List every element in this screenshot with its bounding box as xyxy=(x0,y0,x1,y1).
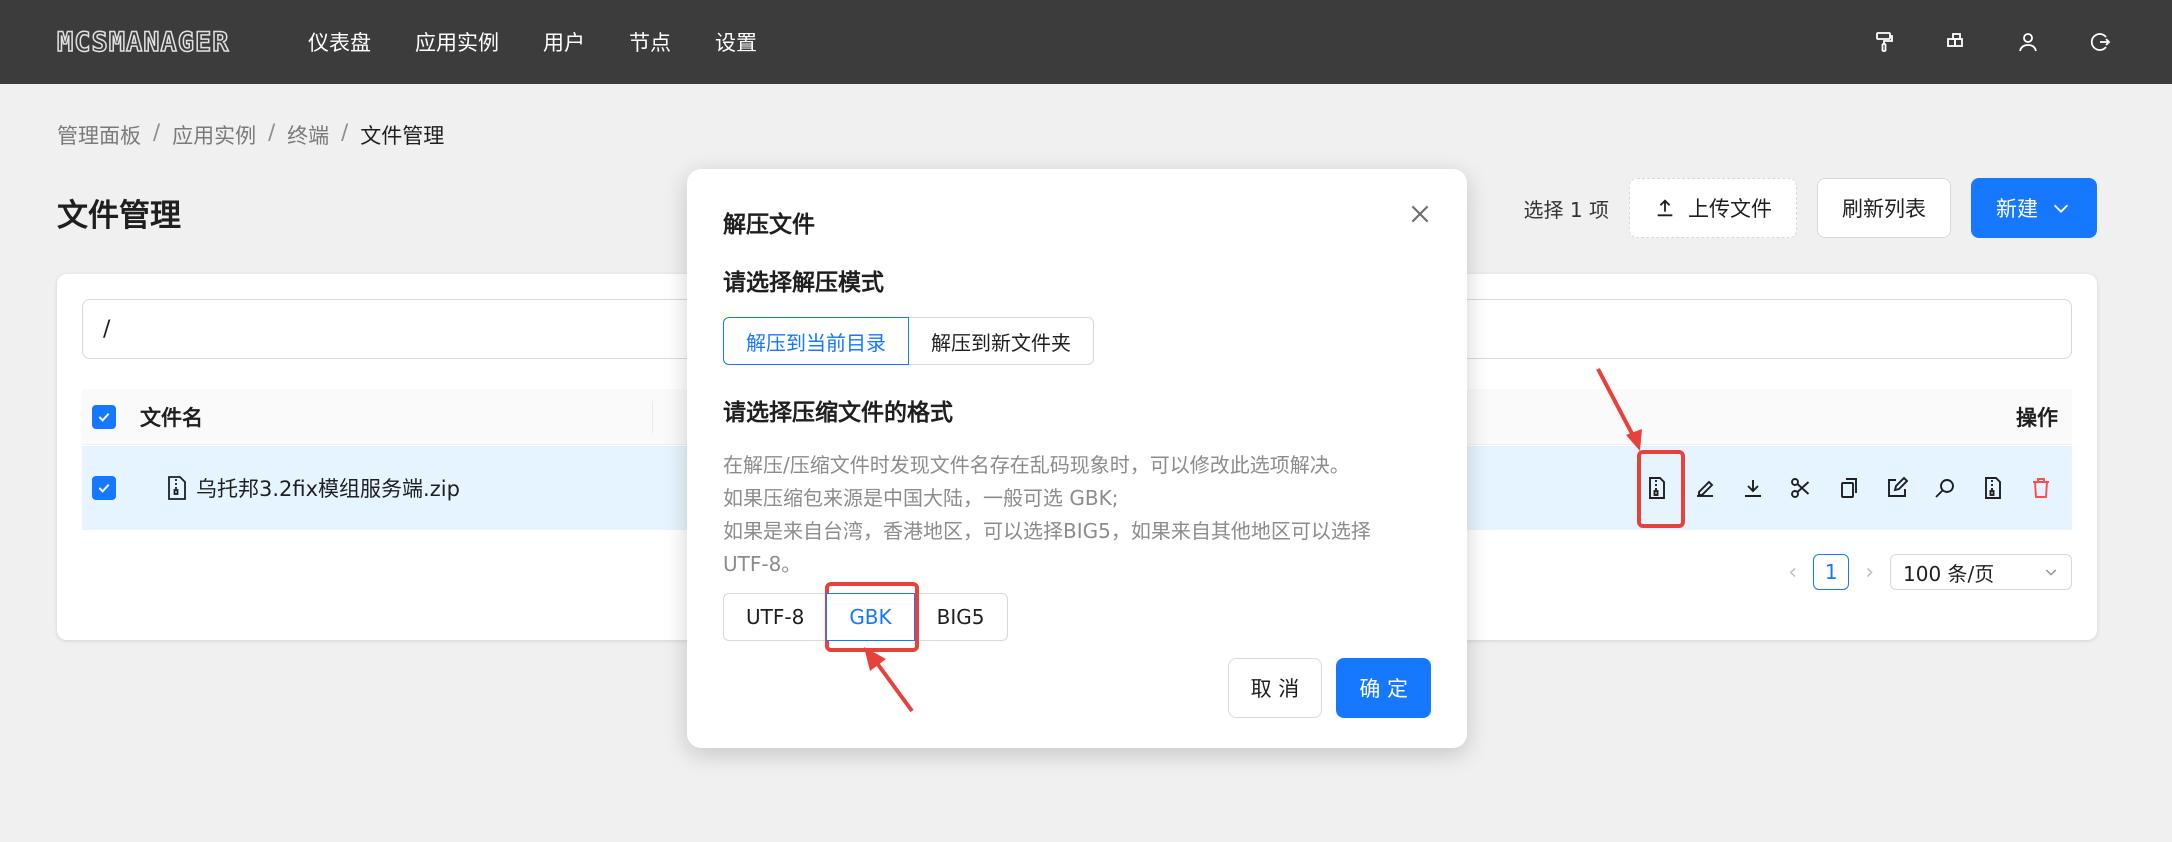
upload-file-button[interactable]: 上传文件 xyxy=(1629,178,1797,238)
cut-icon[interactable] xyxy=(1788,475,1814,501)
nav-item-settings[interactable]: 设置 xyxy=(715,27,757,57)
breadcrumb: 管理面板 / 应用实例 / 终端 / 文件管理 xyxy=(57,120,444,150)
refresh-list-button[interactable]: 刷新列表 xyxy=(1817,178,1951,238)
breadcrumb-separator: / xyxy=(341,120,349,144)
download-icon[interactable] xyxy=(1740,475,1766,501)
logout-icon[interactable] xyxy=(2088,30,2112,54)
cancel-button[interactable]: 取 消 xyxy=(1227,658,1323,718)
user-icon[interactable] xyxy=(2016,30,2040,54)
column-divider xyxy=(652,401,653,433)
format-description: 在解压/压缩文件时发现文件名存在乱码现象时，可以修改此选项解决。 如果压缩包来源… xyxy=(723,449,1423,581)
upload-file-label: 上传文件 xyxy=(1688,197,1772,221)
annotation-highlight-unzip xyxy=(1637,450,1685,528)
next-page-icon[interactable]: › xyxy=(1865,560,1874,585)
nav-item-nodes[interactable]: 节点 xyxy=(629,27,671,57)
selected-count: 选择 1 项 xyxy=(1523,197,1609,222)
unzip-modal: 解压文件 请选择解压模式 解压到当前目录 解压到新文件夹 请选择压缩文件的格式 … xyxy=(687,169,1467,748)
permission-icon[interactable] xyxy=(1980,475,2006,501)
description-line: 如果是来自台湾，香港地区，可以选择BIG5，如果来自其他地区可以选择 xyxy=(723,519,1371,543)
row-checkbox[interactable] xyxy=(92,476,116,500)
mode-option-new-folder[interactable]: 解压到新文件夹 xyxy=(908,317,1094,365)
page-size-value: 100 条/页 xyxy=(1903,561,1995,586)
pagination: ‹ 1 › 100 条/页 xyxy=(1788,554,2072,590)
page-number[interactable]: 1 xyxy=(1813,554,1850,590)
zip-file-icon xyxy=(166,475,188,501)
annotation-arrow-icon xyxy=(1596,368,1642,451)
column-header-name[interactable]: 文件名 xyxy=(140,402,203,432)
top-icon-group xyxy=(1872,0,2112,84)
main-nav: 仪表盘 应用实例 用户 节点 设置 xyxy=(308,0,801,84)
column-header-operations: 操作 xyxy=(2016,405,2058,430)
new-dropdown-button[interactable]: 新建 xyxy=(1971,178,2097,238)
nav-item-users[interactable]: 用户 xyxy=(543,27,585,57)
confirm-button[interactable]: 确 定 xyxy=(1336,658,1431,718)
top-nav-bar: MCSMANAGER 仪表盘 应用实例 用户 节点 设置 xyxy=(0,0,2172,84)
nav-item-dashboard[interactable]: 仪表盘 xyxy=(308,27,371,57)
row-action-group xyxy=(1644,475,2054,501)
copy-icon[interactable] xyxy=(1836,475,1862,501)
select-all-checkbox[interactable] xyxy=(92,404,116,429)
upload-icon xyxy=(1657,199,1673,217)
check-icon xyxy=(98,412,110,422)
nav-item-instances[interactable]: 应用实例 xyxy=(415,27,499,57)
mode-option-current-dir[interactable]: 解压到当前目录 xyxy=(723,317,909,365)
breadcrumb-item-instances[interactable]: 应用实例 xyxy=(172,120,256,150)
page-title: 文件管理 xyxy=(57,198,181,234)
page-size-select[interactable]: 100 条/页 xyxy=(1890,554,2072,590)
modal-footer: 取 消 确 定 xyxy=(1227,658,1431,718)
check-icon xyxy=(98,483,110,493)
edit-icon[interactable] xyxy=(1884,475,1910,501)
file-toolbar: 选择 1 项 上传文件 刷新列表 新建 xyxy=(1524,178,2097,238)
close-icon[interactable] xyxy=(1407,201,1433,227)
format-heading: 请选择压缩文件的格式 xyxy=(723,400,953,426)
description-line: UTF-8。 xyxy=(723,552,802,576)
refresh-list-label: 刷新列表 xyxy=(1842,197,1926,221)
encoding-selector: UTF-8 GBK BIG5 xyxy=(723,593,1008,641)
breadcrumb-current: 文件管理 xyxy=(360,124,445,148)
paint-roller-icon[interactable] xyxy=(1872,30,1896,54)
delete-icon[interactable] xyxy=(2028,475,2054,501)
description-line: 在解压/压缩文件时发现文件名存在乱码现象时，可以修改此选项解决。 xyxy=(723,453,1350,477)
modal-title: 解压文件 xyxy=(723,212,815,238)
new-label: 新建 xyxy=(1996,197,2038,221)
encoding-option-utf8[interactable]: UTF-8 xyxy=(723,593,828,641)
breadcrumb-separator: / xyxy=(153,120,161,144)
chevron-down-icon xyxy=(2045,569,2057,576)
rename-icon[interactable] xyxy=(1692,475,1718,501)
chevron-down-icon xyxy=(2053,204,2069,213)
breadcrumb-separator: / xyxy=(268,120,276,144)
prev-page-icon[interactable]: ‹ xyxy=(1788,560,1797,585)
encoding-option-gbk[interactable]: GBK xyxy=(826,593,915,641)
encoding-option-big5[interactable]: BIG5 xyxy=(913,593,1008,641)
blocks-icon[interactable] xyxy=(1944,30,1968,54)
breadcrumb-item-terminal[interactable]: 终端 xyxy=(287,120,329,150)
file-name[interactable]: 乌托邦3.2fix模组服务端.zip xyxy=(196,473,460,503)
app-logo[interactable]: MCSMANAGER xyxy=(56,26,230,59)
annotation-arrow-icon xyxy=(864,647,914,713)
view-icon[interactable] xyxy=(1932,475,1958,501)
description-line: 如果压缩包来源是中国大陆，一般可选 GBK; xyxy=(723,486,1119,510)
breadcrumb-item-panel[interactable]: 管理面板 xyxy=(57,120,141,150)
unzip-mode-selector: 解压到当前目录 解压到新文件夹 xyxy=(723,317,1094,365)
mode-heading: 请选择解压模式 xyxy=(723,270,884,296)
